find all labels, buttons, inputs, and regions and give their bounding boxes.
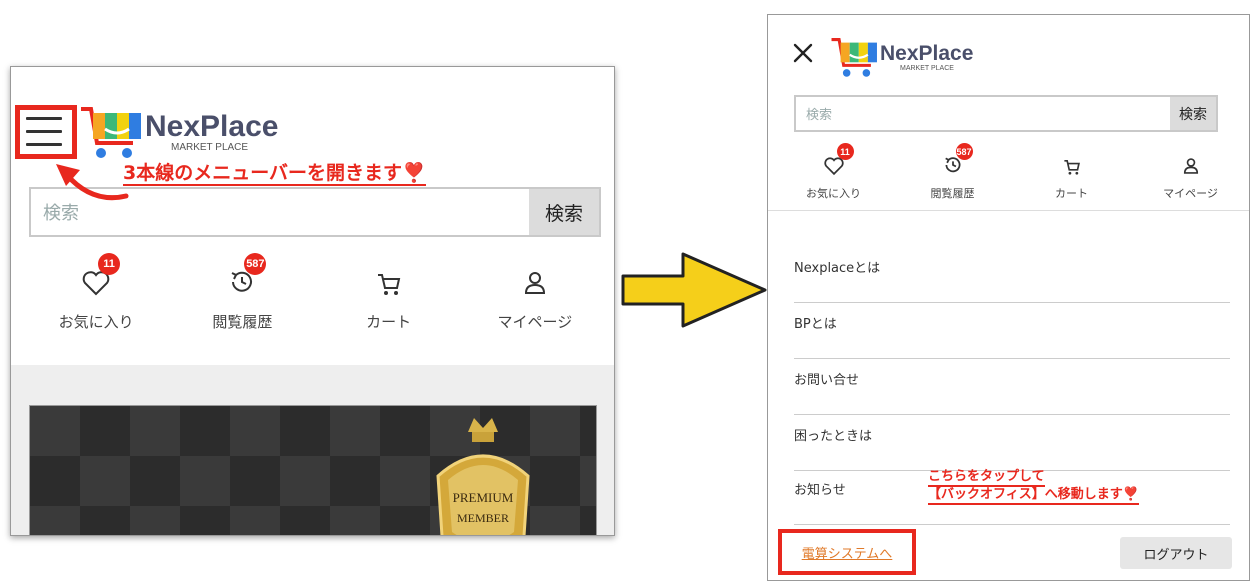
right-phone-screen: NexPlace MARKET PLACE 検索 検索 11 お気に入り 587… <box>767 14 1250 581</box>
menu-item-help[interactable]: 困ったときは <box>794 415 1230 471</box>
search-button[interactable]: 検索 <box>1170 97 1216 130</box>
nav-label: マイページ <box>497 313 573 331</box>
menu-item-label: BPとは <box>794 317 837 332</box>
banner-line1: PREMIUM <box>453 490 514 505</box>
nav-label: お気に入り <box>806 187 861 200</box>
transition-arrow-icon <box>621 252 767 328</box>
nav-label: 閲覧履歴 <box>212 313 273 331</box>
search-button[interactable]: 検索 <box>529 189 599 235</box>
header-divider <box>768 210 1249 211</box>
brand-sub: MARKET PLACE <box>900 64 954 72</box>
brand-sub: MARKET PLACE <box>171 141 249 153</box>
nav-cart[interactable]: カート <box>1012 148 1131 201</box>
menu-item-label: Nexplaceとは <box>794 261 881 276</box>
premium-banner[interactable]: PREMIUM MEMBER <box>29 405 597 535</box>
premium-member-crest: PREMIUM MEMBER <box>436 418 530 535</box>
nav-label: 閲覧履歴 <box>930 187 975 200</box>
nav-label: カート <box>1055 187 1088 200</box>
nav-cart[interactable]: カート <box>316 257 462 332</box>
user-icon <box>1183 158 1198 174</box>
annotation-line2: 【バックオフィス】へ移動します❣️ <box>928 487 1139 505</box>
menu-item-about-bp[interactable]: BPとは <box>794 303 1230 359</box>
nav-favorites[interactable]: 11 お気に入り <box>774 143 893 201</box>
history-badge: 587 <box>955 143 973 160</box>
brand-name: NexPlace <box>880 41 974 65</box>
user-icon <box>524 272 545 294</box>
nexplace-logo[interactable]: NexPlace MARKET PLACE <box>830 35 973 79</box>
menu-item-about-nexplace[interactable]: Nexplaceとは <box>794 247 1230 303</box>
search-input[interactable]: 検索 <box>796 97 1170 130</box>
history-badge: 587 <box>244 253 267 275</box>
quick-nav: 11 お気に入り 587 閲覧履歴 カート マイページ <box>774 143 1249 201</box>
cart-logo-icon <box>831 38 877 77</box>
close-icon[interactable] <box>792 42 814 64</box>
hamburger-highlight-box <box>15 105 77 159</box>
nav-label: お気に入り <box>58 313 134 331</box>
denko-highlight-box: 電算システムへ <box>778 529 916 575</box>
cart-logo-icon <box>81 107 141 158</box>
nav-history[interactable]: 587 閲覧履歴 <box>169 253 315 332</box>
nav-label: カート <box>366 313 412 331</box>
backoffice-annotation: こちらをタップして 【バックオフィス】へ移動します❣️ <box>928 469 1139 505</box>
brand-name: NexPlace <box>145 109 279 143</box>
nav-mypage[interactable]: マイページ <box>1131 148 1249 201</box>
nexplace-logo[interactable]: NexPlace MARKET PLACE <box>79 103 278 161</box>
denko-system-link[interactable]: 電算システムへ <box>802 543 893 562</box>
logout-button[interactable]: ログアウト <box>1120 537 1232 569</box>
favorites-badge: 11 <box>98 253 121 275</box>
cart-icon <box>377 274 400 295</box>
menu-item-label: お問い合せ <box>794 373 860 388</box>
menu-divider <box>794 524 1230 525</box>
hamburger-menu-icon[interactable] <box>26 117 62 149</box>
annotation-line1: こちらをタップして <box>928 469 1045 487</box>
nav-favorites[interactable]: 11 お気に入り <box>23 253 169 332</box>
quick-nav: 11 お気に入り 587 閲覧履歴 カート マイページ <box>23 253 608 332</box>
left-header: NexPlace MARKET PLACE 3本線のメニューバーを開きます❣️ … <box>11 67 614 367</box>
nav-history[interactable]: 587 閲覧履歴 <box>893 143 1012 201</box>
cart-icon <box>1063 159 1080 175</box>
search-bar: 検索 検索 <box>29 187 601 237</box>
left-phone-screen: NexPlace MARKET PLACE 3本線のメニューバーを開きます❣️ … <box>10 66 615 536</box>
search-input[interactable]: 検索 <box>31 189 529 235</box>
menu-item-contact[interactable]: お問い合せ <box>794 359 1230 415</box>
menu-item-label: お知らせ <box>794 483 846 498</box>
banner-line2: MEMBER <box>457 511 509 525</box>
favorites-badge: 11 <box>836 143 854 160</box>
nav-mypage[interactable]: マイページ <box>462 257 608 332</box>
hamburger-annotation: 3本線のメニューバーを開きます❣️ <box>123 162 426 186</box>
nav-label: マイページ <box>1163 187 1218 200</box>
menu-item-label: 困ったときは <box>794 429 873 444</box>
search-bar: 検索 検索 <box>794 95 1218 132</box>
